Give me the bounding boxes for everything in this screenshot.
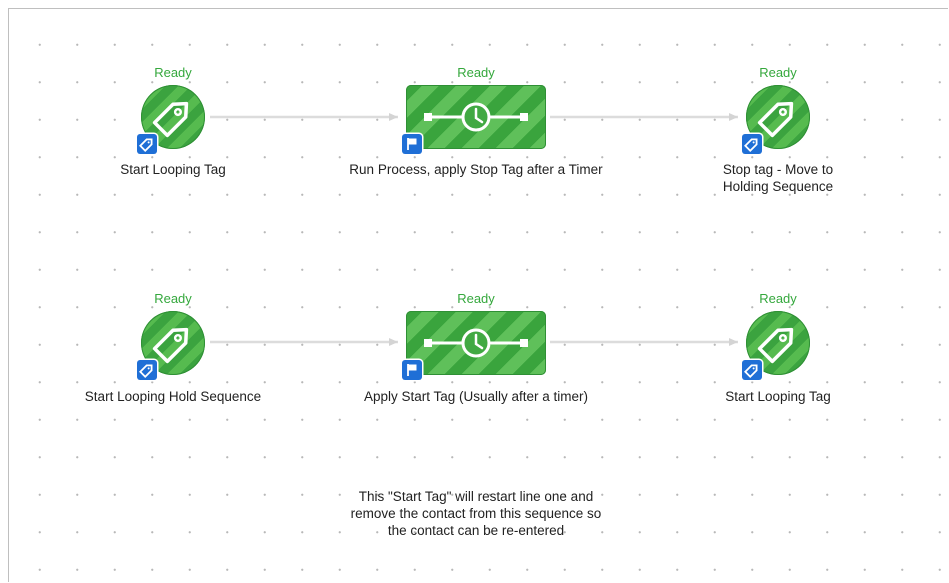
- node-status: Ready: [759, 291, 797, 306]
- flag-badge-icon: [402, 360, 422, 380]
- node-status: Ready: [457, 291, 495, 306]
- node-label: Run Process, apply Stop Tag after a Time…: [349, 162, 603, 177]
- node-status: Ready: [154, 65, 192, 80]
- node-label-line: Holding Sequence: [722, 179, 834, 194]
- note-line: the contact can be re-entered: [387, 523, 565, 538]
- timer-icon: [424, 328, 528, 358]
- run-process-timer-node[interactable]: [406, 85, 546, 149]
- node-label: Apply Start Tag (Usually after a timer): [363, 389, 589, 404]
- timer-icon: [424, 102, 528, 132]
- node-label-line: Stop tag - Move to: [722, 162, 834, 177]
- note-line: This "Start Tag" will restart line one a…: [358, 489, 594, 504]
- node-label: Stop tag - Move to Holding Sequence: [723, 161, 833, 195]
- node-status: Ready: [154, 291, 192, 306]
- flag-badge-icon: [402, 134, 422, 154]
- apply-start-tag-timer-node[interactable]: [406, 311, 546, 375]
- node-status: Ready: [457, 65, 495, 80]
- tag-badge-icon: [742, 360, 762, 380]
- tag-badge-icon: [742, 134, 762, 154]
- canvas-note[interactable]: This "Start Tag" will restart line one a…: [316, 488, 636, 539]
- node-label: Start Looping Tag: [120, 162, 226, 177]
- node-label: Start Looping Hold Sequence: [84, 389, 262, 404]
- tag-badge-icon: [137, 360, 157, 380]
- note-line: remove the contact from this sequence so: [350, 506, 602, 521]
- node-status: Ready: [759, 65, 797, 80]
- node-label: Start Looping Tag: [725, 389, 831, 404]
- tag-badge-icon: [137, 134, 157, 154]
